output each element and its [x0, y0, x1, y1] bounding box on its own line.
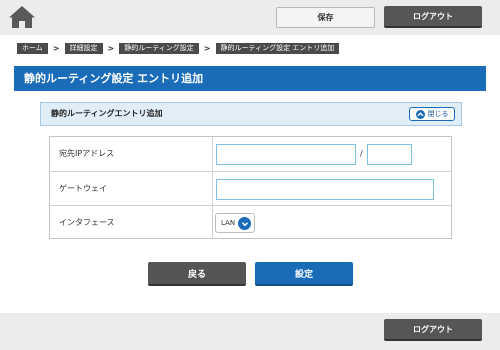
destination-ip-input[interactable] — [216, 144, 356, 165]
collapse-button[interactable]: 閉じる — [409, 107, 455, 121]
destination-label: 宛先IPアドレス — [50, 137, 213, 171]
home-button[interactable] — [8, 4, 36, 30]
bottom-bar: ログアウト — [0, 313, 500, 350]
breadcrumb-item-static-routing[interactable]: 静的ルーティング設定 — [119, 43, 199, 54]
chevron-up-icon — [415, 109, 425, 119]
gateway-input[interactable] — [216, 179, 434, 200]
interface-label: インタフェース — [50, 206, 213, 239]
interface-select[interactable]: LAN — [215, 213, 255, 233]
logout-button-top[interactable]: ログアウト — [384, 6, 482, 28]
breadcrumb-separator: > — [203, 44, 211, 53]
breadcrumb-item-advanced[interactable]: 詳細設定 — [64, 43, 103, 54]
route-entry-form: 宛先IPアドレス / ゲートウェイ インタフェース LAN — [49, 136, 452, 239]
collapse-button-label: 閉じる — [427, 110, 449, 118]
breadcrumb-separator: > — [107, 44, 115, 53]
breadcrumb-item-home[interactable]: ホーム — [17, 43, 48, 54]
interface-row: インタフェース LAN — [50, 205, 451, 239]
breadcrumb-separator: > — [52, 44, 60, 53]
breadcrumb: ホーム > 詳細設定 > 静的ルーティング設定 > 静的ルーティング設定 エント… — [17, 43, 340, 54]
destination-row: 宛先IPアドレス / — [50, 137, 451, 171]
top-bar: 保存 ログアウト — [0, 0, 500, 35]
home-icon — [9, 6, 35, 28]
mask-separator: / — [360, 149, 363, 158]
back-button[interactable]: 戻る — [148, 262, 246, 286]
submit-button[interactable]: 設定 — [255, 262, 353, 286]
gateway-label: ゲートウェイ — [50, 172, 213, 205]
logout-button-bottom[interactable]: ログアウト — [384, 319, 482, 341]
page-title: 静的ルーティング設定 エントリ追加 — [14, 66, 486, 91]
section-title: 静的ルーティングエントリ追加 — [51, 109, 163, 118]
subnet-mask-input[interactable] — [367, 144, 412, 165]
section-header: 静的ルーティングエントリ追加 閉じる — [40, 102, 462, 126]
interface-selected-value: LAN — [221, 219, 236, 227]
gateway-row: ゲートウェイ — [50, 171, 451, 205]
chevron-down-icon — [238, 217, 251, 230]
breadcrumb-item-current: 静的ルーティング設定 エントリ追加 — [215, 43, 340, 54]
save-button[interactable]: 保存 — [276, 7, 375, 28]
